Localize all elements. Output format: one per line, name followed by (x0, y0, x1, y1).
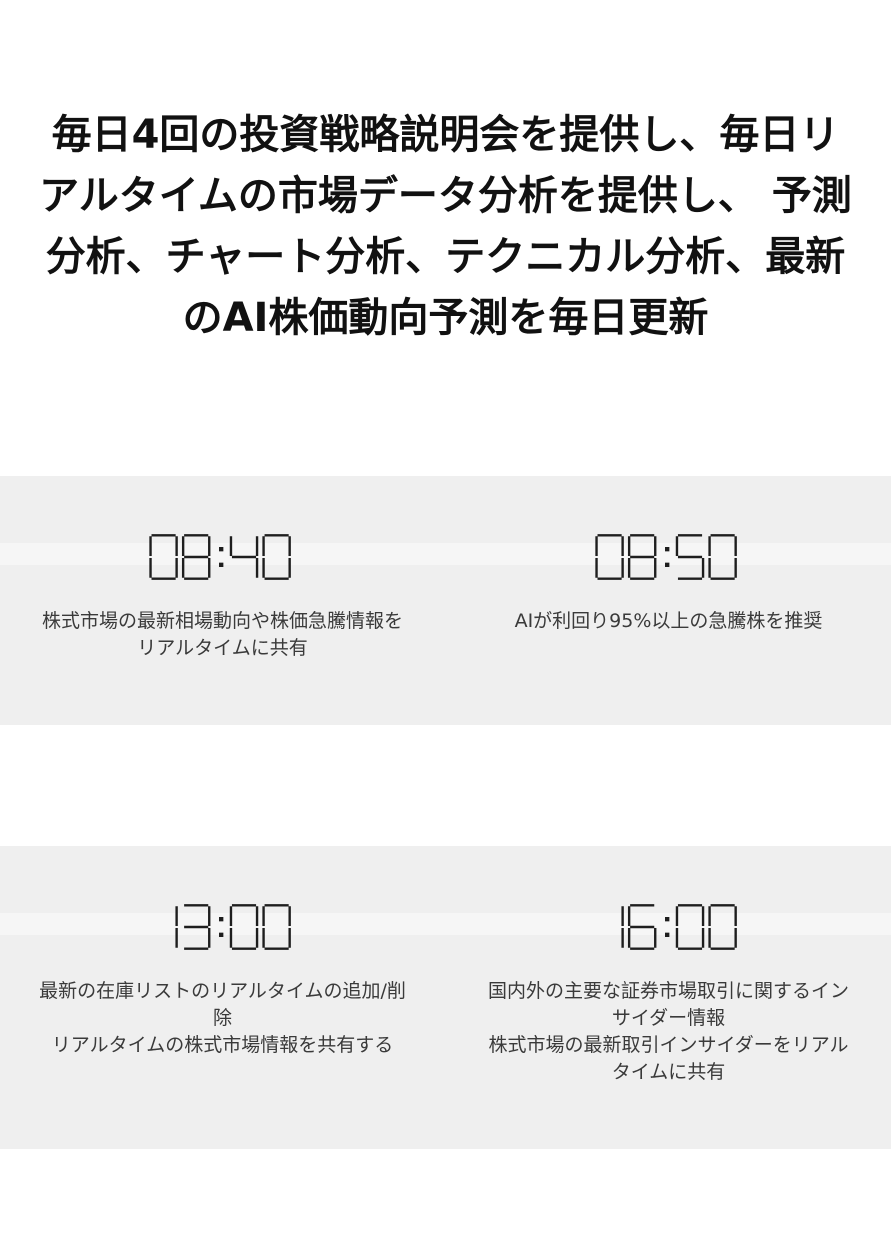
clock-digit (262, 904, 292, 950)
digital-clock-0850 (595, 534, 738, 580)
description-line: サイダー情報 (611, 1007, 726, 1029)
clock-digit (628, 534, 657, 580)
headline-line: アルタイムの市場データ分析を提供し、 予測 (39, 173, 852, 219)
session-card: 株式市場の最新相場動向や株価急騰情報を リアルタイムに共有 (0, 532, 445, 662)
clock-digit (595, 534, 625, 580)
clock-colon (219, 932, 224, 937)
clock-digit (675, 904, 705, 950)
clock-digit (149, 534, 179, 580)
session-description: 株式市場の最新相場動向や株価急騰情報を リアルタイムに共有 (0, 608, 445, 662)
clock-digit (708, 904, 738, 950)
description-line: 最新の在庫リストのリアルタイムの追加/削 (39, 980, 406, 1002)
description-line: 除 (212, 1007, 232, 1029)
clock-colon (219, 917, 224, 922)
description-line: 国内外の主要な証券市場取引に関するイン (487, 980, 849, 1002)
session-card: AIが利回り95%以上の急騰株を推奨 (446, 532, 891, 635)
session-description: 国内外の主要な証券市場取引に関するイン サイダー情報 株式市場の最新取引インサイ… (446, 978, 891, 1086)
clock-colon (665, 547, 670, 552)
description-line: 株式市場の最新相場動向や株価急騰情報を (41, 610, 403, 632)
clock-digit (182, 534, 211, 580)
headline-line: 分析、チャート分析、テクニカル分析、最新 (45, 234, 846, 280)
clock-colon (665, 932, 670, 937)
page-headline: 毎日4回の投資戦略説明会を提供し、毎日リ アルタイムの市場データ分析を提供し、 … (0, 105, 891, 349)
description-line: リアルタイムに共有 (137, 637, 308, 659)
clock-colon (219, 562, 224, 567)
digital-clock-1300 (175, 904, 292, 950)
session-description: 最新の在庫リストのリアルタイムの追加/削 除 リアルタイムの株式市場情報を共有す… (0, 978, 445, 1059)
clock-colon (665, 917, 670, 922)
description-line: リアルタイムの株式市場情報を共有する (51, 1034, 394, 1056)
clock-colon (219, 547, 224, 552)
clock-digit (675, 534, 705, 580)
session-card: 国内外の主要な証券市場取引に関するイン サイダー情報 株式市場の最新取引インサイ… (446, 902, 891, 1086)
description-line: AIが利回り95%以上の急騰株を推奨 (514, 610, 823, 632)
clock-digit (229, 536, 259, 578)
clock-digit (229, 904, 259, 950)
clock-colon (665, 562, 670, 567)
description-line: 株式市場の最新取引インサイダーをリアル (488, 1034, 849, 1056)
clock-digit (708, 534, 738, 580)
digital-clock-1600 (621, 904, 738, 950)
headline-line: のAI株価動向予測を毎日更新 (182, 295, 709, 341)
description-line: タイムに共有 (611, 1061, 726, 1083)
schedule-band-morning: 株式市場の最新相場動向や株価急騰情報を リアルタイムに共有 AIが利回り95%以… (0, 476, 891, 725)
clock-digit (184, 904, 211, 950)
headline-line: 毎日4回の投資戦略説明会を提供し、毎日リ (51, 112, 840, 158)
clock-digit (628, 904, 657, 950)
session-description: AIが利回り95%以上の急騰株を推奨 (446, 608, 891, 635)
clock-digit (262, 534, 292, 580)
digital-clock-0840 (149, 534, 292, 580)
session-card: 最新の在庫リストのリアルタイムの追加/削 除 リアルタイムの株式市場情報を共有す… (0, 902, 445, 1059)
schedule-band-afternoon: 最新の在庫リストのリアルタイムの追加/削 除 リアルタイムの株式市場情報を共有す… (0, 846, 891, 1149)
